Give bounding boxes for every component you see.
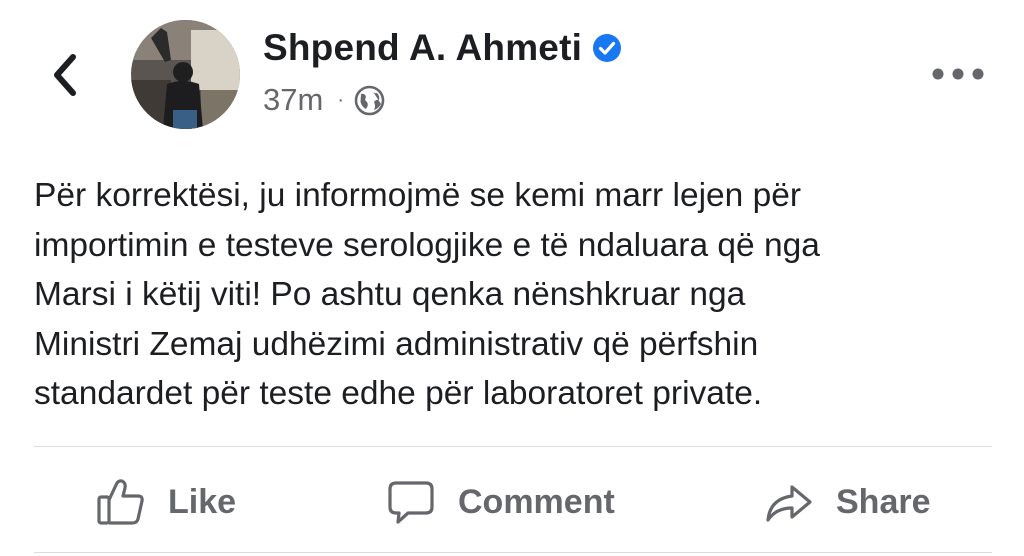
like-button[interactable]: Like bbox=[96, 460, 236, 544]
post-text: Për korrektësi, ju informojmë se kemi ma… bbox=[34, 177, 820, 412]
globe-icon[interactable] bbox=[354, 85, 385, 116]
post-meta: 37m · bbox=[263, 80, 385, 120]
profile-photo bbox=[131, 20, 240, 129]
more-options-button[interactable] bbox=[930, 60, 986, 88]
avatar[interactable] bbox=[131, 20, 240, 129]
divider-top bbox=[34, 446, 992, 447]
post-time[interactable]: 37m bbox=[263, 80, 323, 120]
share-arrow-icon bbox=[766, 485, 812, 522]
comment-icon bbox=[388, 481, 434, 524]
like-label: Like bbox=[168, 482, 237, 521]
meta-separator: · bbox=[337, 89, 344, 111]
share-button[interactable]: Share bbox=[764, 460, 931, 544]
more-horizontal-icon bbox=[932, 68, 984, 80]
comment-button[interactable]: Comment bbox=[386, 460, 615, 544]
divider-bottom bbox=[34, 552, 992, 553]
comment-label: Comment bbox=[458, 482, 615, 521]
author-name[interactable]: Shpend A. Ahmeti bbox=[263, 26, 582, 70]
back-button[interactable] bbox=[44, 52, 84, 98]
author[interactable]: Shpend A. Ahmeti bbox=[263, 26, 622, 70]
chevron-left-icon bbox=[54, 54, 76, 96]
share-label: Share bbox=[836, 482, 931, 521]
verified-badge-icon bbox=[592, 33, 622, 63]
thumbs-up-icon bbox=[97, 479, 144, 525]
action-bar: Like Comment Share bbox=[34, 460, 992, 544]
